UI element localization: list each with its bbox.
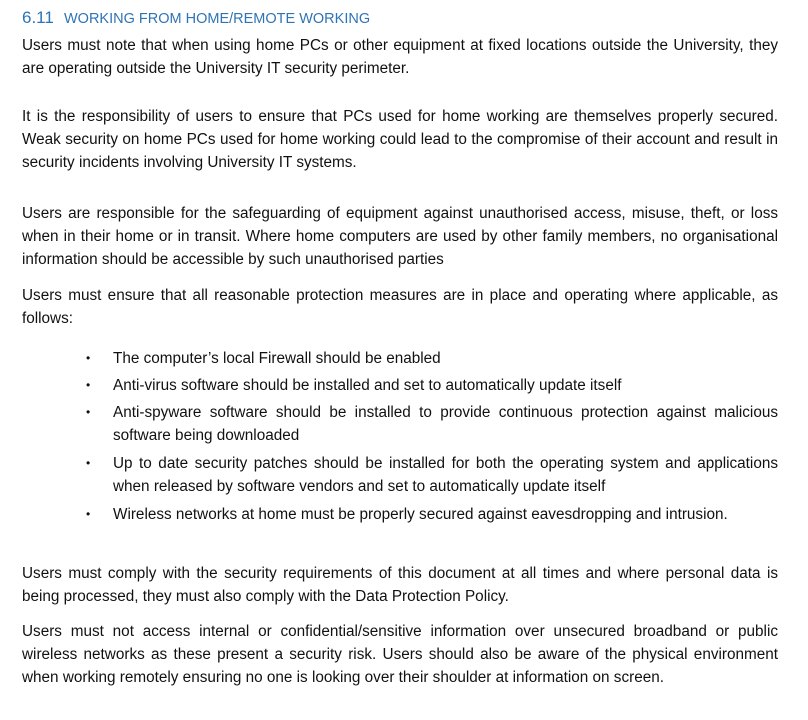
- paragraph-compliance: Users must comply with the security requ…: [22, 565, 778, 605]
- bullet-icon: •: [86, 456, 91, 470]
- list-item: • Anti-virus software should be installe…: [86, 374, 778, 397]
- section-title: WORKING FROM HOME/REMOTE WORKING: [64, 11, 371, 27]
- paragraph-protection-measures: Users must ensure that all reasonable pr…: [22, 287, 778, 327]
- list-item-text: Anti-spyware software should be installe…: [113, 404, 778, 444]
- bullet-icon: •: [86, 507, 91, 521]
- list-item-text: Wireless networks at home must be proper…: [113, 506, 728, 523]
- list-item-text: Anti-virus software should be installed …: [113, 377, 622, 394]
- paragraph-unsecured-networks: Users must not access internal or confid…: [22, 623, 778, 686]
- list-item-text: Up to date security patches should be in…: [113, 455, 778, 495]
- bullet-icon: •: [86, 351, 91, 365]
- bullet-icon: •: [86, 378, 91, 392]
- paragraph-perimeter: Users must note that when using home PCs…: [22, 37, 778, 77]
- list-item: • Anti-spyware software should be instal…: [86, 401, 778, 447]
- paragraph-safeguarding: Users are responsible for the safeguardi…: [22, 205, 778, 268]
- list-item: • Wireless networks at home must be prop…: [86, 503, 778, 526]
- section-number: 6.11: [22, 8, 54, 27]
- paragraph-responsibility: It is the responsibility of users to ens…: [22, 108, 778, 171]
- bullet-icon: •: [86, 405, 91, 419]
- section-heading: 6.11 WORKING FROM HOME/REMOTE WORKING: [22, 8, 370, 28]
- list-item: • The computer’s local Firewall should b…: [86, 347, 778, 370]
- list-item: • Up to date security patches should be …: [86, 452, 778, 498]
- list-item-text: The computer’s local Firewall should be …: [113, 350, 441, 367]
